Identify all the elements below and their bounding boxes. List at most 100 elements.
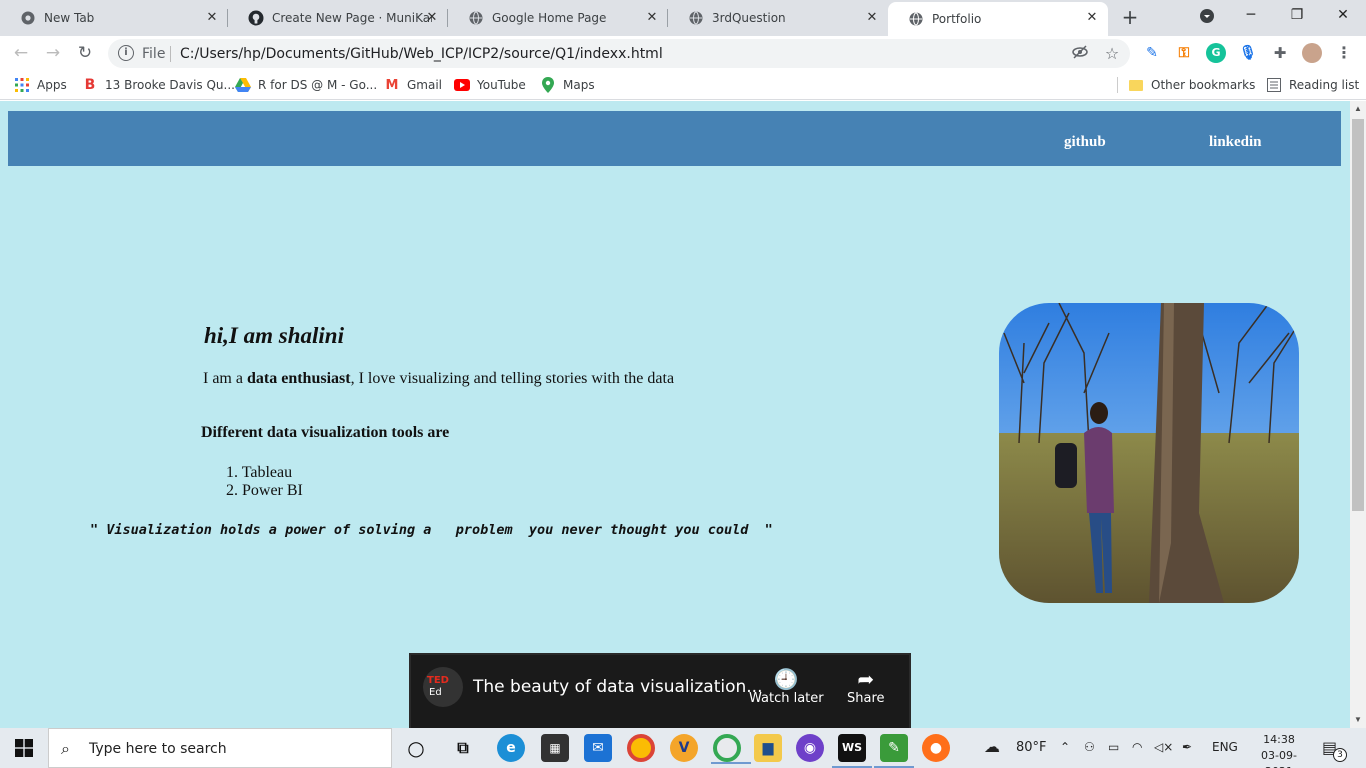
bookmark-maps[interactable]: Maps xyxy=(540,76,595,94)
microphone-icon[interactable]: 🎙 xyxy=(1238,43,1258,63)
extensions-puzzle-icon[interactable]: ✚ xyxy=(1270,43,1290,63)
chrome-icon xyxy=(20,10,36,26)
tab-google-home-page[interactable]: Google Home Page ✕ xyxy=(448,0,668,36)
intro-bold-text: data enthusiast xyxy=(246,370,351,387)
chrome-taskbar-icon[interactable] xyxy=(627,734,655,762)
close-tab-icon[interactable]: ✕ xyxy=(424,10,440,26)
scrollbar-thumb[interactable] xyxy=(1352,119,1364,511)
channel-avatar[interactable]: TED Ed xyxy=(423,667,463,707)
bookmark-label: Maps xyxy=(563,78,595,92)
youtube-icon xyxy=(454,77,470,93)
bookmark-label: R for DS @ M - Go... xyxy=(258,78,378,92)
forward-button[interactable]: → xyxy=(40,40,66,66)
bookmark-label: Gmail xyxy=(407,78,443,92)
firefox-icon[interactable]: ● xyxy=(922,734,950,762)
tab-new-tab[interactable]: New Tab ✕ xyxy=(0,0,228,36)
github-desktop-icon[interactable]: ◉ xyxy=(796,734,824,762)
bookmark-brooke-davis[interactable]: B 13 Brooke Davis Qu... xyxy=(82,76,235,94)
other-bookmarks[interactable]: Other bookmarks xyxy=(1128,76,1255,94)
nav-link-linkedin[interactable]: linkedin xyxy=(1209,134,1262,151)
bookmark-youtube[interactable]: YouTube xyxy=(454,76,526,94)
list-item: 2. Power BI xyxy=(226,482,303,499)
scroll-down-icon[interactable]: ▼ xyxy=(1350,712,1366,728)
watch-later-button[interactable]: 🕘 Watch later xyxy=(749,667,824,706)
greeting-heading: hi,I am shalini xyxy=(204,323,344,348)
share-arrow-icon: ➦ xyxy=(857,667,875,691)
bookmark-apps[interactable]: Apps xyxy=(14,76,67,94)
vpn-icon[interactable]: V xyxy=(670,734,698,762)
weather-cloud-icon[interactable]: ☁ xyxy=(984,737,1000,756)
tab-search-icon[interactable] xyxy=(1184,0,1230,32)
scroll-up-icon[interactable]: ▲ xyxy=(1350,101,1366,117)
close-tab-icon[interactable]: ✕ xyxy=(204,10,220,26)
close-tab-icon[interactable]: ✕ xyxy=(644,10,660,26)
video-title[interactable]: The beauty of data visualization... xyxy=(473,677,762,697)
start-button[interactable] xyxy=(0,728,48,768)
url-text[interactable]: C:/Users/hp/Documents/GitHub/Web_ICP/ICP… xyxy=(180,46,663,62)
people-icon[interactable]: ⚇ xyxy=(1084,740,1095,754)
profile-avatar[interactable] xyxy=(1302,43,1322,63)
maximize-button[interactable]: ❐ xyxy=(1274,0,1320,32)
close-tab-icon[interactable]: ✕ xyxy=(864,10,880,26)
url-scheme: File xyxy=(142,46,166,62)
reading-list[interactable]: Reading list xyxy=(1266,76,1359,94)
tray-chevron-icon[interactable]: ⌃ xyxy=(1060,740,1070,754)
video-embed[interactable]: TED Ed The beauty of data visualization.… xyxy=(409,653,911,728)
browser-toolbar: ← → ↻ i File C:/Users/hp/Documents/GitHu… xyxy=(0,36,1366,70)
back-button[interactable]: ← xyxy=(8,40,34,66)
store-icon[interactable]: ▦ xyxy=(541,734,569,762)
grammarly-icon[interactable]: G xyxy=(1206,43,1226,63)
mail-icon[interactable]: ✉ xyxy=(584,734,612,762)
share-button[interactable]: ➦ Share xyxy=(847,667,885,706)
tab-title: 3rdQuestion xyxy=(712,11,786,25)
nav-link-github[interactable]: github xyxy=(1064,134,1106,151)
webstorm-icon[interactable]: WS xyxy=(832,734,872,768)
extension-key-icon[interactable]: ⚿ xyxy=(1174,43,1194,63)
eye-off-icon[interactable] xyxy=(1070,44,1090,64)
bookmark-divider xyxy=(1117,77,1118,93)
battery-icon[interactable]: ▭ xyxy=(1108,740,1119,754)
pen-icon[interactable]: ✒ xyxy=(1182,740,1192,754)
page-scrollbar[interactable]: ▲ ▼ xyxy=(1350,101,1366,728)
info-icon[interactable]: i xyxy=(118,45,134,61)
tab-3rdquestion[interactable]: 3rdQuestion ✕ xyxy=(668,0,888,36)
task-view-icon[interactable]: ⧉ xyxy=(449,734,477,762)
translate-icon[interactable]: ✎ xyxy=(1142,43,1162,63)
tab-create-new-page[interactable]: Create New Page · MuniKanal ✕ xyxy=(228,0,448,36)
close-tab-icon[interactable]: ✕ xyxy=(1084,10,1100,26)
file-explorer-icon[interactable]: ▆ xyxy=(754,734,782,762)
apps-grid-icon xyxy=(14,77,30,93)
github-icon xyxy=(248,10,264,26)
wifi-icon[interactable]: ◠ xyxy=(1132,740,1142,754)
maps-icon xyxy=(540,77,556,93)
page-viewport: github linkedin hi,I am shalini I am a d… xyxy=(0,101,1350,728)
more-menu-icon[interactable]: ⋮ xyxy=(1334,43,1354,63)
spreadsheet-icon[interactable]: ✎ xyxy=(874,734,914,768)
volume-muted-icon[interactable]: ◁× xyxy=(1154,740,1173,754)
reading-list-label: Reading list xyxy=(1289,78,1360,92)
minimize-button[interactable]: ─ xyxy=(1228,0,1274,32)
tab-title: Google Home Page xyxy=(492,11,607,25)
taskbar-search[interactable]: ⌕ Type here to search xyxy=(48,728,392,768)
new-tab-button[interactable]: + xyxy=(1118,6,1142,30)
bookmark-label: Apps xyxy=(37,78,67,92)
folder-icon xyxy=(1128,77,1144,93)
search-placeholder: Type here to search xyxy=(89,741,227,757)
chrome-active-taskbar-icon[interactable] xyxy=(711,734,751,764)
language-indicator[interactable]: ENG xyxy=(1212,740,1238,754)
weather-temp[interactable]: 80°F xyxy=(1016,740,1047,755)
bookmark-gmail[interactable]: M Gmail xyxy=(384,76,442,94)
divider xyxy=(170,46,171,62)
reload-button[interactable]: ↻ xyxy=(72,40,98,66)
globe-icon xyxy=(908,11,924,27)
cortana-icon[interactable]: ○ xyxy=(402,734,430,762)
tab-strip: New Tab ✕ Create New Page · MuniKanal ✕ … xyxy=(0,0,1366,36)
bookmark-r-for-ds[interactable]: R for DS @ M - Go... xyxy=(235,76,377,94)
taskbar-clock[interactable]: 14:38 03-09-2021 xyxy=(1258,732,1300,768)
close-window-button[interactable]: ✕ xyxy=(1320,0,1366,32)
bookmark-star-icon[interactable]: ☆ xyxy=(1102,44,1122,64)
tab-portfolio[interactable]: Portfolio ✕ xyxy=(888,2,1108,36)
tab-title: New Tab xyxy=(44,11,95,25)
address-bar[interactable]: i File C:/Users/hp/Documents/GitHub/Web_… xyxy=(108,39,1130,68)
edge-icon[interactable]: e xyxy=(497,734,525,762)
